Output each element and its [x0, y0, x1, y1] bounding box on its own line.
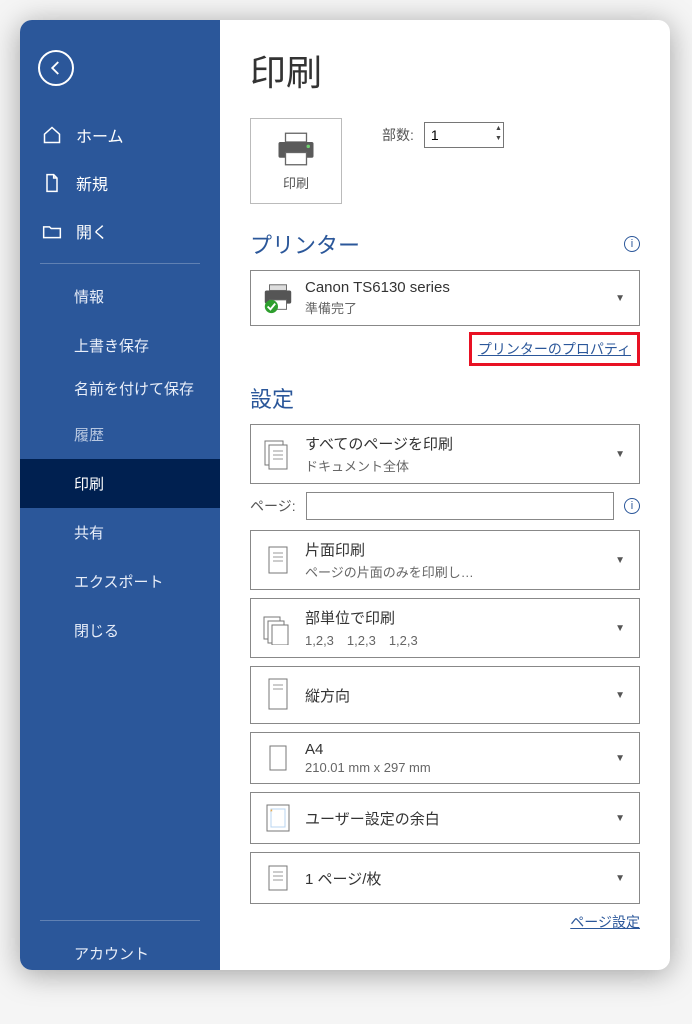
one-page-icon [261, 861, 295, 895]
chevron-down-icon: ▼ [611, 813, 629, 824]
pages-stack-icon [261, 437, 295, 471]
orientation-select[interactable]: 縦方向 ▼ [250, 666, 640, 724]
copies-stepper[interactable]: ▲ ▼ [424, 122, 504, 148]
sidebar-separator [40, 920, 200, 921]
pages-input[interactable] [306, 492, 614, 520]
sidebar-item-share[interactable]: 共有 [20, 508, 220, 557]
printer-status: 準備完了 [305, 298, 601, 317]
back-button[interactable] [38, 50, 74, 86]
duplex-select[interactable]: 片面印刷 ページの片面のみを印刷し… ▼ [250, 530, 640, 590]
sidebar-separator [40, 263, 200, 264]
paper-sub: 210.01 mm x 297 mm [305, 760, 601, 775]
highlight-annotation: プリンターのプロパティ [469, 332, 640, 366]
page-title: 印刷 [250, 44, 640, 96]
single-side-icon [261, 543, 295, 577]
sidebar-item-export[interactable]: エクスポート [20, 557, 220, 606]
copies-label: 部数: [382, 125, 414, 145]
chevron-down-icon: ▼ [611, 690, 629, 701]
chevron-down-icon: ▼ [611, 449, 629, 460]
sidebar-item-info[interactable]: 情報 [20, 272, 220, 321]
margins-icon: * [261, 801, 295, 835]
duplex-main: 片面印刷 [305, 539, 601, 560]
main-panel: 印刷 印刷 部数: ▲ ▼ [220, 20, 670, 970]
sidebar-item-account[interactable]: アカウント [20, 929, 220, 970]
pages-label: ページ: [250, 496, 296, 516]
printer-select[interactable]: Canon TS6130 series 準備完了 ▼ [250, 270, 640, 326]
sidebar-item-label: 開く [76, 219, 108, 243]
paper-main: A4 [305, 741, 601, 758]
sidebar-item-save[interactable]: 上書き保存 [20, 321, 220, 370]
pages-per-sheet-main: 1 ページ/枚 [305, 868, 601, 889]
back-arrow-icon [47, 59, 65, 77]
sidebar-item-saveas[interactable]: 名前を付けて保存 [20, 370, 220, 410]
paper-select[interactable]: A4 210.01 mm x 297 mm ▼ [250, 732, 640, 784]
info-icon[interactable]: i [624, 498, 640, 514]
print-button[interactable]: 印刷 [250, 118, 342, 204]
sidebar-item-home[interactable]: ホーム [20, 111, 220, 159]
chevron-down-icon: ▼ [611, 753, 629, 764]
chevron-down-icon: ▼ [611, 873, 629, 884]
collate-sub: 1,2,3 1,2,3 1,2,3 [305, 630, 601, 649]
print-range-select[interactable]: すべてのページを印刷 ドキュメント全体 ▼ [250, 424, 640, 484]
printer-ready-icon [261, 281, 295, 315]
sidebar-item-open[interactable]: 開く [20, 207, 220, 255]
printer-section-title: プリンター i [250, 228, 640, 260]
settings-section-title: 設定 [250, 382, 640, 414]
chevron-down-icon[interactable]: ▼ [495, 134, 502, 144]
print-range-main: すべてのページを印刷 [305, 433, 601, 454]
svg-text:*: * [270, 809, 273, 816]
folder-open-icon [42, 221, 62, 241]
printer-properties-link[interactable]: プリンターのプロパティ [478, 341, 631, 357]
duplex-sub: ページの片面のみを印刷し… [305, 562, 601, 581]
margins-main: ユーザー設定の余白 [305, 808, 601, 829]
chevron-up-icon[interactable]: ▲ [495, 124, 502, 134]
sidebar-item-history[interactable]: 履歴 [20, 410, 220, 459]
printer-icon [275, 131, 317, 167]
copies-spinner-arrows[interactable]: ▲ ▼ [495, 124, 502, 144]
sidebar: ホーム 新規 開く 情報 上書き保存 名前を付けて保存 履歴 印刷 共有 エクス… [20, 20, 220, 970]
paper-size-icon [261, 741, 295, 775]
collate-main: 部単位で印刷 [305, 607, 601, 628]
copies-input[interactable] [424, 122, 504, 148]
printer-name: Canon TS6130 series [305, 279, 601, 296]
print-backstage-window: ホーム 新規 開く 情報 上書き保存 名前を付けて保存 履歴 印刷 共有 エクス… [20, 20, 670, 970]
document-icon [42, 173, 62, 193]
home-icon [42, 125, 62, 145]
orientation-main: 縦方向 [305, 685, 601, 706]
pages-per-sheet-select[interactable]: 1 ページ/枚 ▼ [250, 852, 640, 904]
print-button-label: 印刷 [283, 173, 309, 192]
collate-icon [261, 611, 295, 645]
chevron-down-icon: ▼ [611, 623, 629, 634]
sidebar-item-label: ホーム [76, 123, 124, 147]
sidebar-item-print[interactable]: 印刷 [20, 459, 220, 508]
sidebar-item-close[interactable]: 閉じる [20, 606, 220, 655]
portrait-icon [261, 675, 295, 715]
margins-select[interactable]: * ユーザー設定の余白 ▼ [250, 792, 640, 844]
sidebar-item-new[interactable]: 新規 [20, 159, 220, 207]
page-setup-link[interactable]: ページ設定 [570, 914, 640, 930]
sidebar-item-label: 新規 [76, 171, 108, 195]
chevron-down-icon: ▼ [611, 293, 629, 304]
print-range-sub: ドキュメント全体 [305, 456, 601, 475]
chevron-down-icon: ▼ [611, 555, 629, 566]
collate-select[interactable]: 部単位で印刷 1,2,3 1,2,3 1,2,3 ▼ [250, 598, 640, 658]
info-icon[interactable]: i [624, 236, 640, 252]
